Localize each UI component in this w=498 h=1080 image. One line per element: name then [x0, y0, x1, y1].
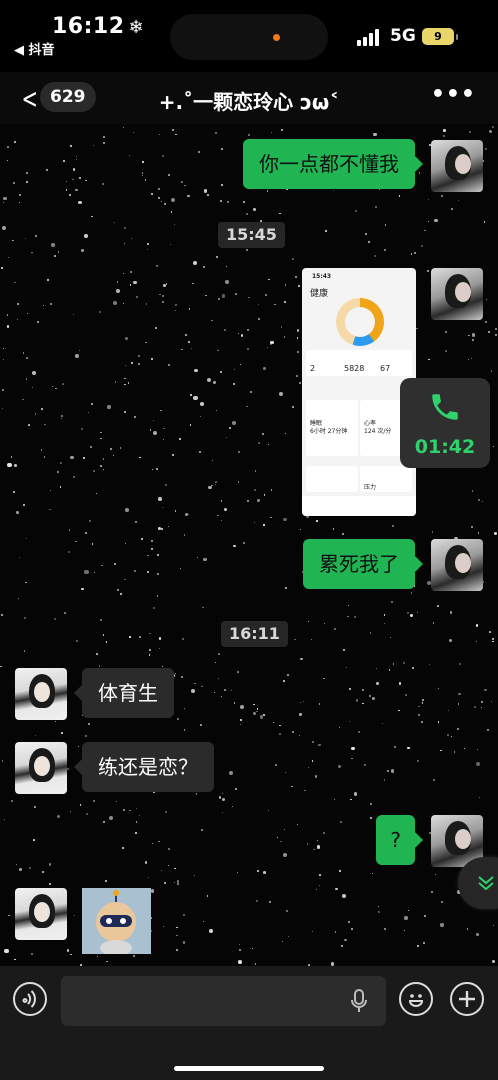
camera-indicator-icon — [273, 34, 280, 41]
battery-level: 9 — [434, 30, 442, 43]
message-bubble-in[interactable]: 练还是恋？ — [74, 742, 214, 792]
more-dots-icon[interactable]: ••• — [431, 82, 476, 107]
dynamic-island — [170, 14, 328, 60]
shot-sleep-value: 6小时 27分钟 — [310, 428, 348, 435]
shot-stat-2: 5828 — [344, 364, 365, 373]
floating-call-window[interactable]: 01:42 — [400, 378, 490, 468]
back-to-app-link[interactable]: ◀ 抖音 — [14, 39, 55, 58]
message-bubble-out[interactable]: 累死我了 — [303, 539, 423, 589]
shot-status-time: 15:43 — [312, 273, 332, 280]
avatar-contact[interactable] — [15, 888, 67, 940]
message-bubble-out[interactable]: 你一点都不懂我 — [243, 139, 423, 189]
status-time: 16:12 ❄ — [52, 14, 145, 39]
signal-icon — [357, 28, 383, 46]
robot-icon — [82, 888, 151, 954]
avatar-contact[interactable] — [15, 668, 67, 720]
emoji-icon[interactable] — [399, 982, 433, 1016]
timestamp: 16:11 — [221, 621, 288, 647]
chat-header: < 629 +.˚一颗恋玲心 ͻω˂ ••• — [0, 72, 498, 124]
message-input[interactable] — [61, 976, 386, 1026]
activity-ring-icon — [336, 298, 384, 346]
message-bubble-in[interactable]: 体育生 — [74, 668, 174, 718]
chat-background — [0, 124, 498, 966]
shot-stress-label: 压力 — [364, 484, 377, 491]
call-duration: 01:42 — [414, 436, 476, 458]
shot-bottom-card-1 — [306, 466, 358, 492]
shot-stat-3: 67 — [380, 364, 391, 373]
timestamp: 15:45 — [218, 222, 285, 248]
input-bar — [0, 966, 498, 1080]
avatar-self[interactable] — [431, 268, 483, 320]
message-bubble-out[interactable]: ? — [376, 815, 423, 865]
shot-stat-1: 2 — [310, 364, 316, 373]
battery-icon: 9 — [422, 28, 458, 45]
chat-title: +.˚一颗恋玲心 ͻω˂ — [158, 90, 340, 114]
status-bar: 16:12 ❄ ◀ 抖音 5G 9 — [0, 0, 498, 70]
double-chevron-down-icon — [478, 876, 494, 891]
voice-mode-icon[interactable] — [13, 982, 47, 1016]
shot-app-title: 健康 — [310, 289, 329, 299]
avatar-self[interactable] — [431, 140, 483, 192]
phone-icon — [432, 394, 458, 420]
microphone-icon[interactable] — [350, 989, 368, 1013]
network-type: 5G — [390, 26, 416, 46]
robot-sticker-message[interactable] — [82, 888, 151, 954]
avatar-self[interactable] — [431, 539, 483, 591]
shot-tab-bar — [302, 496, 416, 516]
plus-icon[interactable] — [450, 982, 484, 1016]
avatar-contact[interactable] — [15, 742, 67, 794]
snowflake-icon: ❄ — [128, 17, 145, 38]
image-message-health-screenshot[interactable]: 15:43 健康 2 5828 67 睡眠 6小时 27分钟 心率 124 次/… — [302, 268, 416, 516]
home-indicator — [174, 1066, 324, 1071]
shot-heart-value: 124 次/分 — [364, 428, 392, 435]
